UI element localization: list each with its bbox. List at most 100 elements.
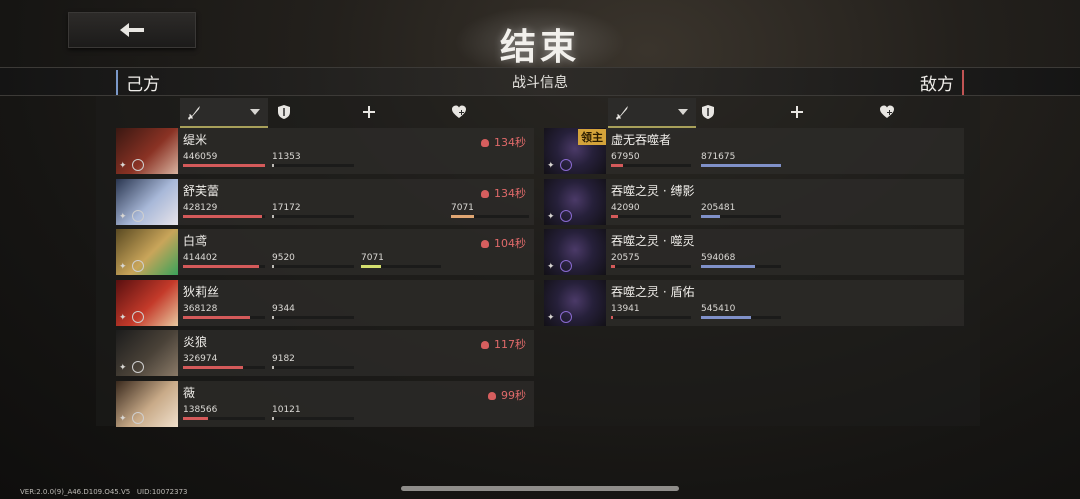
enemy-heal-header[interactable] bbox=[879, 98, 895, 126]
enemy-defense-header[interactable] bbox=[700, 98, 716, 126]
ally-row[interactable]: ✦ 炎狼 326974 9182 117秒 bbox=[116, 330, 534, 376]
damage-value: 20575 bbox=[611, 253, 640, 263]
defense-bar-fill bbox=[272, 214, 275, 218]
damage-bar-fill bbox=[611, 315, 614, 319]
plus-icon bbox=[363, 106, 375, 118]
enemy-name: 虚无吞噬者 bbox=[611, 133, 672, 147]
enemy-support-header[interactable] bbox=[789, 98, 805, 126]
defense-bar-fill bbox=[272, 315, 274, 319]
enemy-row[interactable]: ✦ 吞噬之灵 · 盾佑 13941 545410 bbox=[544, 279, 964, 326]
avatar[interactable]: ✦ bbox=[116, 279, 178, 326]
avatar[interactable]: ✦ bbox=[544, 178, 606, 225]
character-name: 缇米 bbox=[183, 133, 208, 147]
enemy-row[interactable]: ✦ 吞噬之灵 · 噬灵 20575 594068 bbox=[544, 229, 964, 275]
damage-bar-fill bbox=[183, 315, 251, 319]
damage-bar bbox=[183, 265, 265, 268]
element-icon bbox=[132, 159, 144, 171]
shield-icon bbox=[278, 105, 290, 119]
death-time-text: 117秒 bbox=[494, 338, 526, 351]
ally-support-header[interactable] bbox=[361, 98, 377, 126]
death-time: 117秒 bbox=[481, 336, 526, 352]
damage-bar-fill bbox=[183, 366, 243, 369]
battle-info-title: 战斗信息 bbox=[512, 75, 568, 91]
avatar[interactable]: ✦ bbox=[116, 330, 178, 376]
damage-bar-fill bbox=[183, 265, 260, 268]
version-footer: VER:2.0.0(9)_A46.D109.O45.V5 UID:1007237… bbox=[20, 488, 188, 496]
defense-bar-fill bbox=[272, 164, 274, 167]
damage-value: 446059 bbox=[183, 152, 218, 162]
home-indicator[interactable] bbox=[401, 486, 679, 491]
death-time-text: 134秒 bbox=[494, 186, 526, 200]
death-time: 134秒 bbox=[481, 185, 526, 201]
damage-bar-fill bbox=[183, 164, 265, 167]
ally-row[interactable]: ✦ 白鸢 414402 9520 7071 104秒 bbox=[116, 229, 534, 275]
defense-value: 17172 bbox=[272, 202, 301, 213]
defense-bar bbox=[272, 164, 354, 167]
death-time-text: 104秒 bbox=[494, 237, 526, 250]
enemy-name: 吞噬之灵 · 缚影 bbox=[611, 183, 695, 198]
death-time: 134秒 bbox=[481, 134, 526, 150]
enemy-row[interactable]: ✦ 领主 虚无吞噬者 67950 871675 bbox=[544, 128, 964, 174]
ally-row[interactable]: ✦ 舒芙蕾 428129 17172 7071 134秒 bbox=[116, 178, 534, 225]
enemy-side-label: 敌方 bbox=[920, 70, 964, 95]
support-bar bbox=[361, 265, 441, 268]
heal-bar-fill bbox=[451, 214, 475, 218]
avatar[interactable]: ✦ bbox=[116, 380, 178, 427]
ally-row[interactable]: ✦ 狄莉丝 368128 9344 bbox=[116, 279, 534, 326]
damage-bar bbox=[183, 214, 265, 218]
defense-bar bbox=[701, 164, 781, 167]
defense-value: 10121 bbox=[272, 404, 301, 415]
chevron-down-icon bbox=[678, 109, 688, 115]
uid-text: UID:10072373 bbox=[136, 488, 188, 496]
defense-value: 9344 bbox=[272, 303, 295, 314]
death-time-text: 99秒 bbox=[501, 388, 526, 402]
ally-row[interactable]: ✦ 缇米 446059 11353 134秒 bbox=[116, 128, 534, 174]
element-icon bbox=[132, 361, 144, 373]
element-icon bbox=[560, 260, 572, 272]
damage-bar bbox=[611, 164, 691, 167]
damage-bar bbox=[611, 214, 691, 218]
skull-icon bbox=[481, 240, 489, 248]
defense-bar bbox=[272, 366, 354, 369]
element-icon bbox=[132, 209, 144, 222]
support-bar-fill bbox=[361, 265, 381, 268]
damage-bar-fill bbox=[611, 214, 619, 218]
defense-bar bbox=[701, 265, 781, 268]
damage-value: 67950 bbox=[611, 152, 640, 162]
defense-value: 594068 bbox=[701, 253, 736, 263]
damage-bar bbox=[611, 315, 691, 319]
defense-bar-fill bbox=[701, 164, 781, 167]
ally-row[interactable]: ✦ 薇 138566 10121 99秒 bbox=[116, 380, 534, 427]
defense-value: 545410 bbox=[701, 303, 736, 314]
damage-bar bbox=[183, 366, 265, 369]
ally-defense-header[interactable] bbox=[276, 98, 292, 126]
death-time-text: 134秒 bbox=[494, 136, 526, 149]
damage-value: 428129 bbox=[183, 202, 218, 213]
class-emblem-icon: ✦ bbox=[119, 312, 127, 323]
class-emblem-icon: ✦ bbox=[119, 363, 127, 373]
class-emblem-icon: ✦ bbox=[119, 211, 127, 222]
element-icon bbox=[560, 310, 572, 323]
defense-bar-fill bbox=[272, 416, 274, 420]
damage-value: 42090 bbox=[611, 202, 640, 213]
avatar[interactable]: ✦ bbox=[116, 229, 178, 275]
element-icon bbox=[132, 260, 144, 272]
enemy-sort-damage-tab[interactable] bbox=[608, 98, 696, 128]
ally-heal-header[interactable] bbox=[451, 98, 467, 126]
avatar[interactable]: ✦ bbox=[116, 128, 178, 174]
damage-value: 326974 bbox=[183, 354, 218, 364]
avatar[interactable]: ✦ bbox=[544, 229, 606, 275]
class-emblem-icon: ✦ bbox=[119, 262, 127, 272]
ally-sort-damage-tab[interactable] bbox=[180, 98, 268, 128]
heal-value: 7071 bbox=[451, 202, 474, 213]
avatar[interactable]: ✦ bbox=[116, 178, 178, 225]
heart-plus-icon bbox=[880, 105, 894, 118]
sword-icon bbox=[616, 106, 628, 120]
class-emblem-icon: ✦ bbox=[119, 413, 127, 424]
avatar[interactable]: ✦ bbox=[544, 279, 606, 326]
avatar[interactable]: ✦ 领主 bbox=[544, 128, 606, 174]
element-icon bbox=[560, 159, 572, 171]
enemy-name: 吞噬之灵 · 噬灵 bbox=[611, 234, 695, 248]
enemy-row[interactable]: ✦ 吞噬之灵 · 缚影 42090 205481 bbox=[544, 178, 964, 225]
skull-icon bbox=[488, 391, 496, 400]
